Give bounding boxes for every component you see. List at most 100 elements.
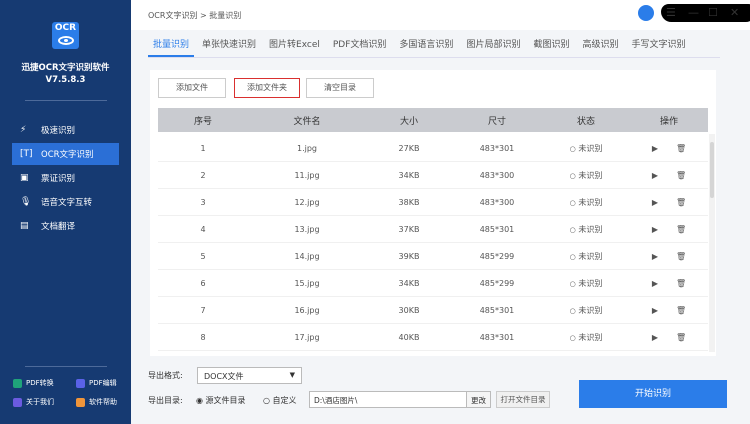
col-size: 大小 bbox=[399, 116, 418, 127]
export-dir-label: 导出目录: bbox=[148, 396, 183, 405]
export-path-input[interactable]: D:\酒店图片\ bbox=[310, 392, 466, 407]
scrollbar[interactable] bbox=[709, 134, 715, 352]
pdf-edit-link[interactable]: PDF编辑 bbox=[76, 378, 117, 388]
row-filename: 1.jpg bbox=[296, 143, 317, 153]
sidebar-item-fast[interactable]: ⚡ 极速识别 bbox=[12, 119, 119, 141]
clear-list-button[interactable]: 清空目录 bbox=[306, 78, 374, 98]
status-dot-icon: ○ bbox=[569, 279, 576, 288]
status-text: 未识别 bbox=[578, 251, 603, 261]
tab-0[interactable]: 批量识别 bbox=[148, 30, 195, 57]
table-row[interactable]: 3 12.jpg 38KB 483*300 ○ 未识别 ▶ 🗑 bbox=[158, 189, 708, 216]
close-icon[interactable]: ✕ bbox=[730, 6, 739, 19]
row-dimensions: 483*300 bbox=[479, 170, 515, 180]
play-icon[interactable]: ▶ bbox=[652, 279, 658, 288]
trash-icon[interactable]: 🗑 bbox=[676, 333, 686, 342]
add-file-button[interactable]: 添加文件 bbox=[158, 78, 226, 98]
row-status: ○ 未识别 bbox=[542, 332, 630, 343]
row-dimensions: 483*300 bbox=[479, 197, 515, 207]
row-dimensions: 485*299 bbox=[479, 251, 515, 261]
row-index: 7 bbox=[200, 305, 206, 315]
play-icon[interactable]: ▶ bbox=[652, 252, 658, 261]
tab-4[interactable]: 多国语言识别 bbox=[394, 30, 458, 57]
tab-5[interactable]: 图片局部识别 bbox=[461, 30, 525, 57]
tab-3[interactable]: PDF文档识别 bbox=[328, 30, 392, 57]
table-row[interactable]: 1 1.jpg 27KB 483*301 ○ 未识别 ▶ 🗑 bbox=[158, 135, 708, 162]
sidebar-item-translate[interactable]: ▤ 文档翻译 bbox=[12, 215, 119, 237]
trash-icon[interactable]: 🗑 bbox=[676, 306, 686, 315]
tab-2[interactable]: 图片转Excel bbox=[264, 30, 325, 57]
row-status: ○ 未识别 bbox=[542, 224, 630, 235]
help-link[interactable]: 软件帮助 bbox=[76, 397, 117, 407]
file-panel: 添加文件 添加文件夹 清空目录 序号 文件名 大小 尺寸 状态 操作 1 1.jp… bbox=[150, 70, 716, 356]
tab-1[interactable]: 单张快速识别 bbox=[197, 30, 261, 57]
microphone-icon: 🎙 bbox=[20, 197, 32, 207]
status-text: 未识别 bbox=[578, 278, 603, 288]
tab-8[interactable]: 手写文字识别 bbox=[626, 30, 690, 57]
row-dimensions: 485*299 bbox=[479, 278, 515, 288]
row-index: 6 bbox=[200, 278, 206, 288]
maximize-icon[interactable]: ☐ bbox=[708, 6, 718, 19]
tab-7[interactable]: 高级识别 bbox=[577, 30, 623, 57]
app-title: 迅捷OCR文字识别软件 bbox=[21, 63, 110, 73]
table-row[interactable]: 7 16.jpg 30KB 485*301 ○ 未识别 ▶ 🗑 bbox=[158, 297, 708, 324]
row-dimensions: 485*301 bbox=[479, 305, 515, 315]
sidebar-item-voice[interactable]: 🎙 语音文字互转 bbox=[12, 191, 119, 213]
row-size: 34KB bbox=[398, 278, 420, 288]
table-row[interactable]: 8 17.jpg 40KB 483*301 ○ 未识别 ▶ 🗑 bbox=[158, 324, 708, 351]
change-dir-button[interactable]: 更改 bbox=[466, 392, 490, 407]
link-label: PDF编辑 bbox=[89, 379, 117, 387]
divider bbox=[25, 100, 107, 101]
radio-unchecked-icon: ○ bbox=[263, 396, 270, 405]
trash-icon[interactable]: 🗑 bbox=[676, 225, 686, 234]
add-folder-button[interactable]: 添加文件夹 bbox=[234, 78, 300, 98]
sidebar-item-ocr[interactable]: [T] OCR文字识别 bbox=[12, 143, 119, 165]
table-row[interactable]: 5 14.jpg 39KB 485*299 ○ 未识别 ▶ 🗑 bbox=[158, 243, 708, 270]
radio-source-dir[interactable]: ◉ 源文件目录 bbox=[196, 395, 246, 406]
trash-icon[interactable]: 🗑 bbox=[676, 198, 686, 207]
trash-icon[interactable]: 🗑 bbox=[676, 252, 686, 261]
play-icon[interactable]: ▶ bbox=[652, 333, 658, 342]
title-bar: OCR文字识别 > 批量识别 ☰ — ☐ ✕ bbox=[131, 0, 750, 30]
radio-custom-dir[interactable]: ○ 自定义 bbox=[263, 395, 297, 406]
status-dot-icon: ○ bbox=[569, 306, 576, 315]
about-link[interactable]: 关于我们 bbox=[13, 397, 54, 407]
trash-icon[interactable]: 🗑 bbox=[676, 171, 686, 180]
row-actions: ▶ 🗑 bbox=[630, 225, 708, 234]
link-label: 关于我们 bbox=[26, 398, 54, 406]
app-name: 迅捷OCR文字识别软件 V7.5.8.3 bbox=[0, 62, 131, 86]
play-icon[interactable]: ▶ bbox=[652, 225, 658, 234]
pdf-convert-link[interactable]: PDF转换 bbox=[13, 378, 54, 388]
start-recognition-button[interactable]: 开始识别 bbox=[579, 380, 727, 408]
row-index: 8 bbox=[200, 332, 206, 342]
table-row[interactable]: 2 11.jpg 34KB 483*300 ○ 未识别 ▶ 🗑 bbox=[158, 162, 708, 189]
radio-label: 自定义 bbox=[272, 396, 297, 405]
dropdown-arrow-icon: ▼ bbox=[289, 371, 295, 379]
play-icon[interactable]: ▶ bbox=[652, 171, 658, 180]
play-icon[interactable]: ▶ bbox=[652, 306, 658, 315]
tab-6[interactable]: 截图识别 bbox=[528, 30, 574, 57]
sidebar-item-ticket[interactable]: ▣ 票证识别 bbox=[12, 167, 119, 189]
row-filename: 15.jpg bbox=[294, 278, 320, 288]
scrollbar-thumb[interactable] bbox=[710, 142, 714, 198]
tab-bar: 批量识别 单张快速识别 图片转Excel PDF文档识别 多国语言识别 图片局部识别 截图识… bbox=[148, 30, 720, 58]
link-label: 软件帮助 bbox=[89, 398, 117, 406]
export-format-select[interactable]: DOCX文件 ▼ bbox=[197, 367, 302, 384]
trash-icon[interactable]: 🗑 bbox=[676, 279, 686, 288]
row-actions: ▶ 🗑 bbox=[630, 171, 708, 180]
app-version: V7.5.8.3 bbox=[45, 75, 86, 85]
status-text: 未识别 bbox=[578, 332, 603, 342]
user-avatar-icon[interactable] bbox=[638, 5, 654, 21]
trash-icon[interactable]: 🗑 bbox=[676, 144, 686, 153]
status-dot-icon: ○ bbox=[569, 225, 576, 234]
open-dir-button[interactable]: 打开文件目录 bbox=[496, 391, 550, 408]
play-icon[interactable]: ▶ bbox=[652, 198, 658, 207]
minimize-icon[interactable]: — bbox=[688, 6, 699, 19]
row-size: 40KB bbox=[398, 332, 420, 342]
play-icon[interactable]: ▶ bbox=[652, 144, 658, 153]
row-status: ○ 未识别 bbox=[542, 143, 630, 154]
menu-icon[interactable]: ☰ bbox=[666, 6, 676, 19]
link-label: PDF转换 bbox=[26, 379, 54, 387]
nav-label: OCR文字识别 bbox=[41, 150, 94, 160]
table-row[interactable]: 6 15.jpg 34KB 485*299 ○ 未识别 ▶ 🗑 bbox=[158, 270, 708, 297]
table-row[interactable]: 4 13.jpg 37KB 485*301 ○ 未识别 ▶ 🗑 bbox=[158, 216, 708, 243]
